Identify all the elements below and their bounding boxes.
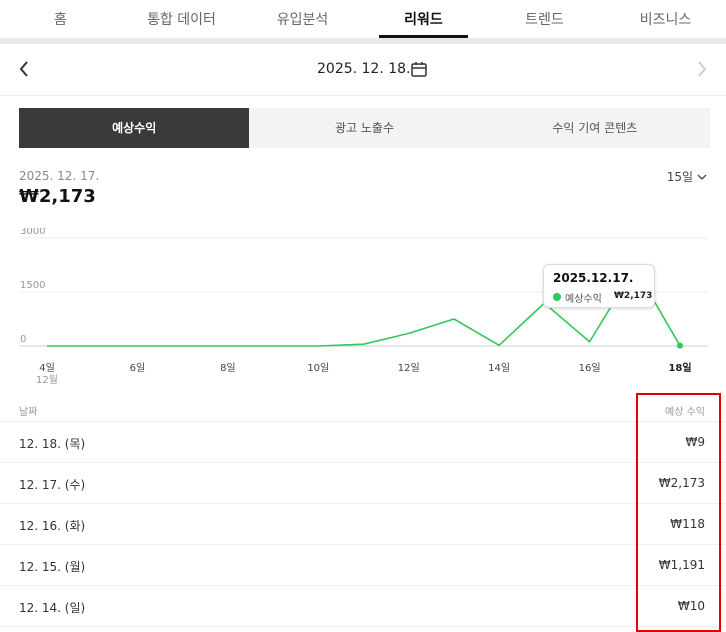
next-date-button[interactable]: [690, 56, 712, 82]
metric-segment-control: 예상수익 광고 노출수 수익 기여 콘텐츠: [19, 108, 710, 148]
row-date: 12. 15. (월): [19, 560, 86, 574]
segment-estimated-revenue[interactable]: 예상수익: [19, 108, 250, 148]
range-label: 15일: [666, 170, 693, 184]
tab-trend[interactable]: 트렌드: [484, 0, 605, 38]
tab-business[interactable]: 비즈니스: [605, 0, 726, 38]
tab-reward[interactable]: 리워드: [363, 0, 484, 38]
tab-home[interactable]: 홈: [0, 0, 121, 38]
x-tick-label: 8일: [220, 362, 236, 374]
header-value: 예상 수익: [665, 407, 705, 418]
tab-inflow-analysis[interactable]: 유입분석: [242, 0, 363, 38]
tooltip-value: ₩2,173: [614, 291, 653, 301]
tooltip-series-dot: [553, 293, 561, 301]
x-tick-label: 14일: [488, 362, 510, 374]
table-header: 날짜 예상 수익: [0, 398, 726, 422]
row-value: ₩118: [670, 517, 705, 531]
revenue-line-chart: 3000 1500 0 4일 6일 8일 10일 12일 14일 16일 18일 12월: [19, 228, 708, 386]
x-tick-label: 18일: [668, 361, 691, 374]
row-value: ₩1,191: [658, 558, 705, 572]
prev-date-button[interactable]: [14, 56, 36, 82]
table-row: 12. 17. (수) ₩2,173: [0, 463, 726, 504]
y-tick-label: 3000: [20, 228, 45, 237]
y-tick-label: 0: [20, 334, 26, 345]
current-date: 2025. 12. 18.: [317, 61, 411, 77]
table-row: 12. 15. (월) ₩1,191: [0, 545, 726, 586]
segment-revenue-content[interactable]: 수익 기여 콘텐츠: [480, 108, 710, 148]
x-tick-label: 4일: [39, 362, 55, 374]
summary-date: 2025. 12. 17.: [19, 169, 100, 183]
table-row: 12. 16. (화) ₩118: [0, 504, 726, 545]
x-tick-label: 6일: [130, 362, 146, 374]
data-point: [677, 342, 683, 349]
tab-integrated-data[interactable]: 통합 데이터: [121, 0, 242, 38]
tooltip-series-name: 예상수익: [565, 294, 602, 305]
x-sublabel: 12월: [36, 374, 58, 386]
range-dropdown[interactable]: 15일: [667, 168, 708, 185]
row-value: ₩2,173: [658, 476, 705, 490]
chevron-down-icon: [697, 174, 707, 180]
table-row: 12. 14. (일) ₩10: [0, 586, 726, 627]
row-date: 12. 16. (화): [19, 519, 86, 533]
row-value: ₩10: [677, 599, 705, 613]
x-tick-label: 16일: [579, 362, 601, 374]
chevron-right-icon: [698, 61, 707, 77]
date-navigator: 2025. 12. 18.: [0, 44, 726, 96]
header-date: 날짜: [19, 407, 38, 418]
table-row: 12. 18. (목) ₩9: [0, 422, 726, 463]
chart-tooltip: 2025.12.17. 예상수익 ₩2,173: [543, 264, 655, 308]
y-tick-label: 1500: [20, 280, 45, 291]
tooltip-date: 2025.12.17.: [553, 271, 634, 285]
calendar-button[interactable]: [410, 60, 428, 78]
row-date: 12. 14. (일): [19, 601, 86, 615]
segment-ad-impressions[interactable]: 광고 노출수: [249, 108, 479, 148]
row-date: 12. 18. (목): [19, 437, 86, 451]
top-nav: 홈 통합 데이터 유입분석 리워드 트렌드 비즈니스: [0, 0, 726, 38]
x-tick-label: 12일: [398, 362, 420, 374]
row-value: ₩9: [685, 435, 706, 449]
chevron-left-icon: [19, 61, 28, 77]
summary-amount: ₩2,173: [19, 186, 96, 207]
row-date: 12. 17. (수): [19, 478, 86, 492]
x-tick-label: 10일: [307, 362, 329, 374]
calendar-icon: [411, 62, 427, 77]
